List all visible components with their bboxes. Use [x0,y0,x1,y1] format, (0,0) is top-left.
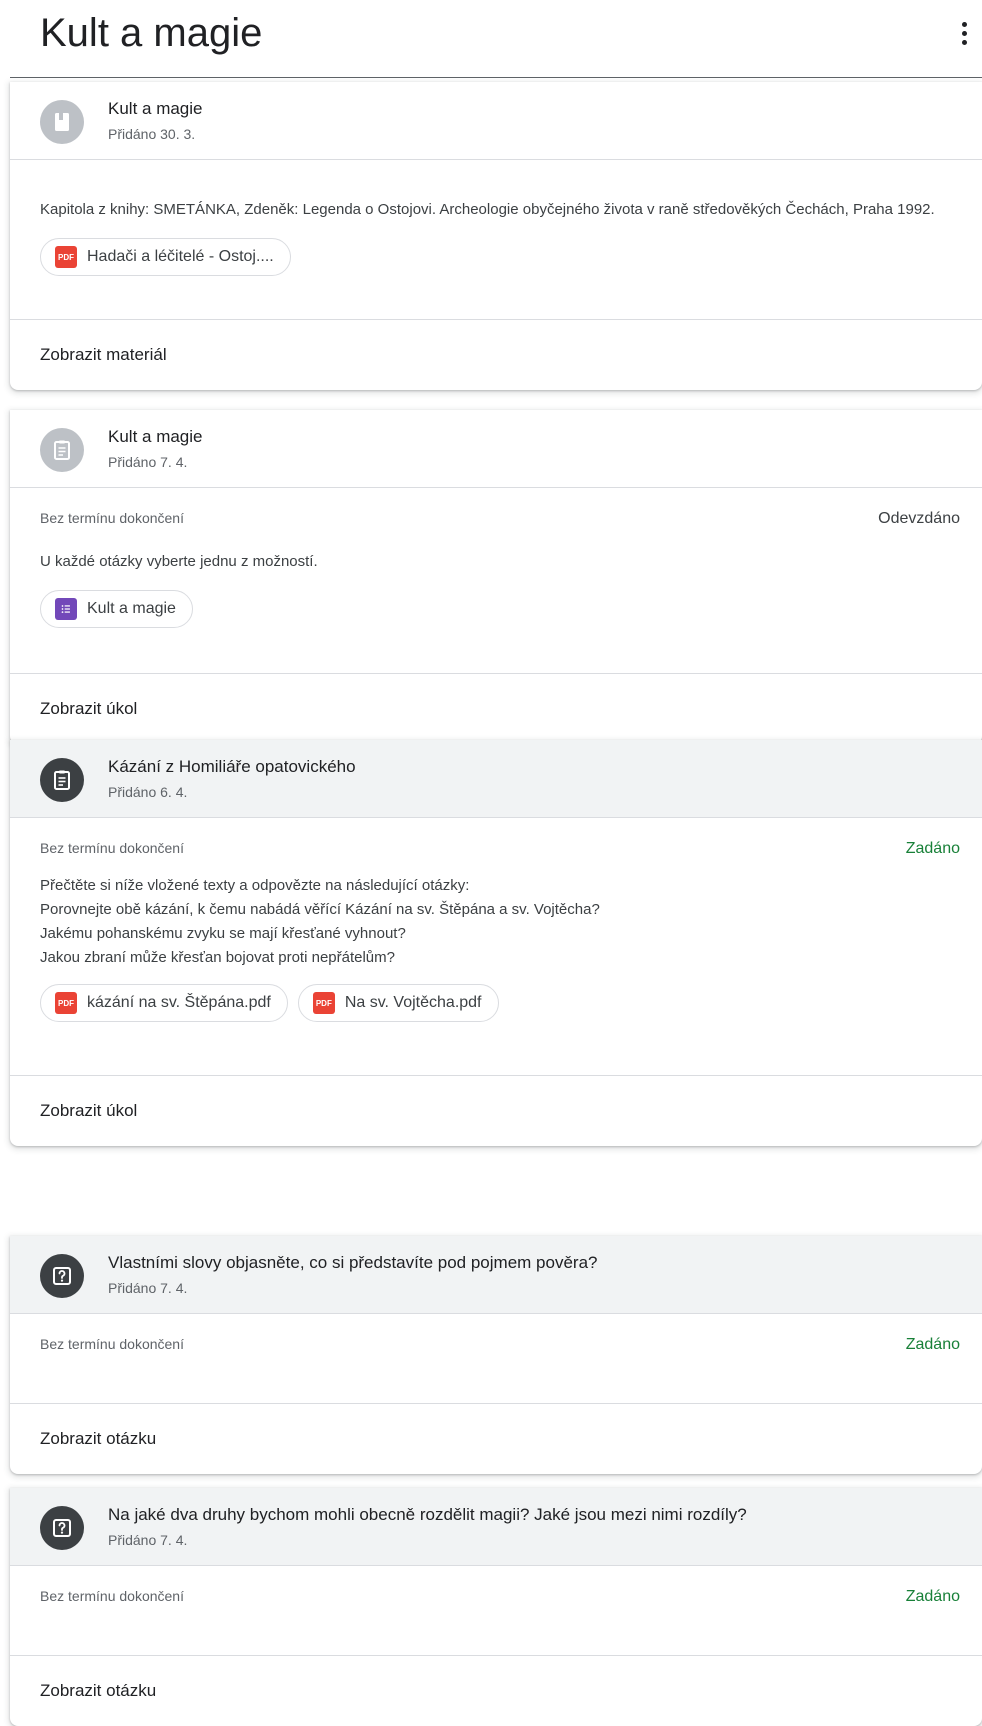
stream-card-assignment: Kult a magie Přidáno 7. 4. Bez termínu d… [10,410,982,744]
attachment-name: Hadači a léčitelé - Ostoj.... [87,248,274,265]
page-header: Kult a magie [10,0,982,78]
view-question-button[interactable]: Zobrazit otázku [10,1404,982,1474]
attachment-chip[interactable]: PDF Na sv. Vojtěcha.pdf [297,984,499,1022]
assignment-icon [40,428,84,472]
due-label: Bez termínu dokončení [40,1336,184,1352]
card-title: Kázání z Homiliáře opatovického [108,757,356,776]
page-title: Kult a magie [40,11,263,55]
assignment-icon [40,758,84,802]
stream-card-material: Kult a magie Přidáno 30. 3. Kapitola z k… [10,82,982,390]
card-description-line: Jakému pohanskému zvyku se mají křesťané… [40,925,406,942]
card-date: Přidáno 7. 4. [108,1532,188,1548]
view-assignment-button[interactable]: Zobrazit úkol [10,1076,982,1146]
card-date: Přidáno 6. 4. [108,784,188,800]
card-date: Přidáno 7. 4. [108,1280,188,1296]
due-label: Bez termínu dokončení [40,840,184,856]
card-description: Kapitola z knihy: SMETÁNKA, Zdeněk: Lege… [40,201,935,218]
card-body: Bez termínu dokončení Odevzdáno U každé … [10,510,982,674]
question-icon [40,1254,84,1298]
card-date: Přidáno 30. 3. [108,126,196,142]
forms-icon [55,598,77,620]
stream-card-question: Na jaké dva druhy bychom mohli obecně ro… [10,1488,982,1726]
card-body: Bez termínu dokončení Zadáno [10,1336,982,1404]
attachment-chip[interactable]: PDF Hadači a léčitelé - Ostoj.... [40,238,291,276]
card-body: Kapitola z knihy: SMETÁNKA, Zdeněk: Lege… [10,160,982,320]
card-title: Kult a magie [108,427,203,446]
card-title: Na jaké dva druhy bychom mohli obecně ro… [108,1505,747,1524]
card-title: Kult a magie [108,99,203,118]
card-description-line: Přečtěte si níže vložené texty a odpověz… [40,877,470,894]
view-material-button[interactable]: Zobrazit materiál [10,320,982,390]
pdf-icon: PDF [55,992,77,1014]
card-body: Bez termínu dokončení Zadáno Přečtěte si… [10,840,982,1076]
stream-card-assignment: Kázání z Homiliáře opatovického Přidáno … [10,740,982,1146]
card-header[interactable]: Vlastními slovy objasněte, co si předsta… [10,1236,982,1314]
status-badge: Zadáno [905,1336,960,1353]
book-icon [40,100,84,144]
status-badge: Zadáno [905,1588,960,1605]
due-label: Bez termínu dokončení [40,510,184,526]
card-header[interactable]: Kázání z Homiliáře opatovického Přidáno … [10,740,982,818]
view-question-button[interactable]: Zobrazit otázku [10,1656,982,1726]
attachment-name: Na sv. Vojtěcha.pdf [344,994,482,1011]
card-body: Bez termínu dokončení Zadáno [10,1588,982,1656]
card-header[interactable]: Kult a magie Přidáno 30. 3. [10,82,982,160]
attachment-chip[interactable]: PDF kázání na sv. Štěpána.pdf [40,984,288,1022]
attachment-name: kázání na sv. Štěpána.pdf [87,994,271,1011]
card-description: U každé otázky vyberte jednu z možností. [40,553,318,570]
card-header[interactable]: Kult a magie Přidáno 7. 4. [10,410,982,488]
attachment-chip[interactable]: Kult a magie [40,590,193,628]
view-assignment-button[interactable]: Zobrazit úkol [10,674,982,744]
status-badge: Zadáno [905,840,960,857]
status-badge: Odevzdáno [878,510,960,527]
card-date: Přidáno 7. 4. [108,454,188,470]
stream-card-question: Vlastními slovy objasněte, co si předsta… [10,1236,982,1474]
pdf-icon: PDF [312,992,335,1014]
attachment-name: Kult a magie [87,600,176,617]
card-header[interactable]: Na jaké dva druhy bychom mohli obecně ro… [10,1488,982,1566]
due-label: Bez termínu dokončení [40,1588,184,1604]
card-title: Vlastními slovy objasněte, co si předsta… [108,1253,598,1272]
pdf-icon: PDF [55,246,77,268]
card-description-line: Porovnejte obě kázání, k čemu nabádá věř… [40,901,600,918]
question-icon [40,1506,84,1550]
more-vert-icon[interactable] [952,18,976,48]
card-description-line: Jakou zbraní může křesťan bojovat proti … [40,949,395,966]
